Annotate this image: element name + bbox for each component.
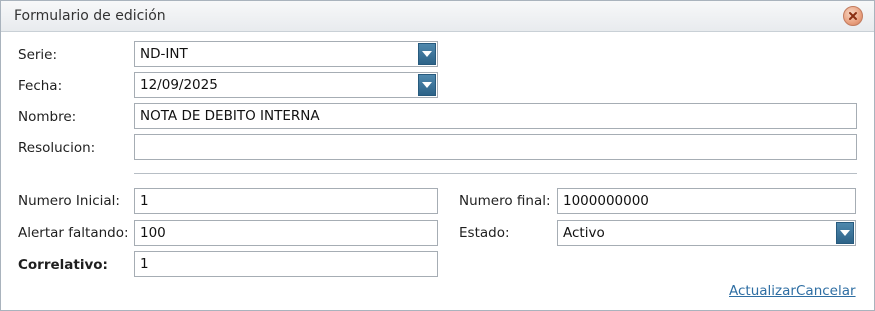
fecha-dropdown-button[interactable] (418, 74, 436, 96)
estado-value: Activo (563, 225, 605, 241)
alertar-faltando-label: Alertar faltando: (18, 225, 129, 241)
chevron-down-icon (422, 82, 432, 88)
estado-label: Estado: (459, 225, 510, 241)
estado-dropdown-button[interactable] (836, 222, 854, 244)
serie-dropdown-button[interactable] (418, 43, 436, 65)
serie-value: ND-INT (140, 46, 188, 62)
chevron-down-icon (422, 51, 432, 57)
resolucion-label: Resolucion: (18, 140, 96, 156)
edit-dialog: Formulario de edición Serie: ND-INT Fech… (0, 0, 875, 311)
numero-inicial-value: 1 (140, 193, 149, 209)
nombre-label: Nombre: (18, 109, 77, 125)
fecha-datepicker[interactable]: 12/09/2025 (134, 72, 438, 98)
fecha-value: 12/09/2025 (140, 77, 218, 93)
alertar-faltando-input[interactable]: 100 (134, 220, 438, 246)
cancel-link[interactable]: Cancelar (796, 283, 856, 299)
estado-select[interactable]: Activo (557, 220, 856, 246)
numero-inicial-input[interactable]: 1 (134, 188, 438, 214)
nombre-value: NOTA DE DEBITO INTERNA (140, 108, 320, 124)
close-icon (849, 12, 857, 20)
fecha-label: Fecha: (18, 78, 63, 94)
correlativo-value: 1 (140, 256, 149, 272)
dialog-titlebar: Formulario de edición (1, 1, 874, 32)
serie-label: Serie: (18, 47, 58, 63)
close-button[interactable] (843, 6, 863, 26)
numero-final-label: Numero final: (459, 193, 551, 209)
alertar-faltando-value: 100 (140, 225, 166, 241)
numero-final-value: 1000000000 (563, 193, 649, 209)
serie-select[interactable]: ND-INT (134, 41, 438, 67)
nombre-input[interactable]: NOTA DE DEBITO INTERNA (134, 103, 857, 129)
numero-final-input[interactable]: 1000000000 (557, 188, 856, 214)
chevron-down-icon (840, 230, 850, 236)
correlativo-label: Correlativo: (18, 257, 108, 273)
correlativo-input[interactable]: 1 (134, 251, 438, 277)
update-link[interactable]: Actualizar (729, 283, 796, 299)
resolucion-input[interactable] (134, 134, 857, 160)
dialog-title: Formulario de edición (14, 8, 166, 24)
section-divider (134, 173, 857, 174)
numero-inicial-label: Numero Inicial: (18, 193, 120, 209)
